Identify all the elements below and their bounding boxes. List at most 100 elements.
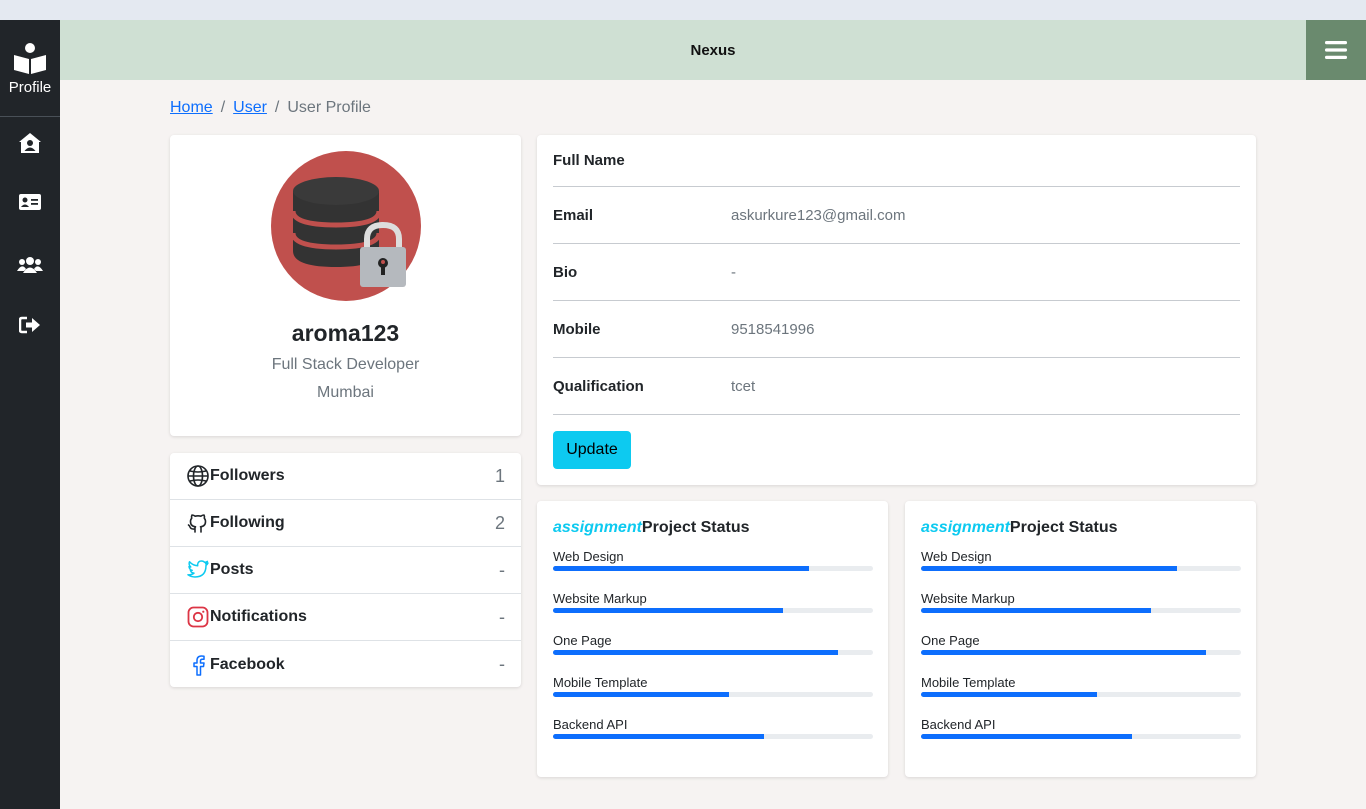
breadcrumb-separator: / <box>274 99 280 116</box>
progress-item: One Page <box>553 633 873 675</box>
github-icon <box>186 511 210 535</box>
info-label: Qualification <box>553 377 644 395</box>
info-label: Full Name <box>553 152 625 169</box>
users-icon <box>17 257 43 273</box>
top-navbar: Nexus <box>60 20 1366 80</box>
profile-location: Mumbai <box>317 384 374 401</box>
facebook-icon <box>186 653 210 677</box>
progress-item: Backend API <box>553 717 873 759</box>
twitter-icon <box>186 558 210 582</box>
progress-bar-fill <box>921 692 1097 697</box>
progress-bar <box>921 566 1241 571</box>
progress-label: Website Markup <box>553 591 647 606</box>
assignment-icon: assignment <box>553 519 642 536</box>
project-status-heading: Project Status <box>641 519 750 536</box>
list-item-label: Followers <box>210 467 285 484</box>
progress-bar <box>553 566 873 571</box>
progress-item: Website Markup <box>921 591 1241 633</box>
sidebar-brand[interactable]: Profile <box>0 20 60 117</box>
progress-label: Backend API <box>553 717 628 732</box>
progress-label: Backend API <box>921 717 996 732</box>
sidebar-brand-label: Profile <box>8 78 52 96</box>
progress-bar <box>553 650 873 655</box>
id-card-icon <box>19 194 41 210</box>
progress-bar-fill <box>921 608 1152 613</box>
info-row-qualification: Qualification tcet <box>553 358 1240 415</box>
project-status-title: assignmentProject Status <box>553 519 872 537</box>
breadcrumb-home-link[interactable]: Home <box>170 99 213 117</box>
progress-bar-fill <box>921 566 1177 571</box>
list-item-count: - <box>499 654 505 674</box>
info-value: 9518541996 <box>731 320 815 338</box>
list-item-count: - <box>499 559 505 580</box>
list-item-label: Notifications <box>210 608 307 625</box>
progress-item: Mobile Template <box>921 675 1241 717</box>
profile-card: aroma123 Full Stack Developer Mumbai <box>170 135 521 436</box>
list-item-count: 1 <box>494 465 505 486</box>
info-label: Bio <box>553 263 578 281</box>
sidebar-item-users[interactable] <box>0 235 60 295</box>
info-value: tcet <box>731 377 756 395</box>
list-item-facebook[interactable]: Facebook - <box>170 641 521 688</box>
list-item-label: Following <box>210 514 285 531</box>
progress-bar-fill <box>553 608 784 613</box>
progress-label: One Page <box>553 633 612 648</box>
progress-label: Mobile Template <box>553 675 648 690</box>
progress-bar <box>553 608 873 613</box>
project-list: Web Design Website Markup One Page Mobile T… <box>921 549 1241 759</box>
project-status-heading: Project Status <box>1009 519 1118 536</box>
social-list: Followers 1 Following 2 Posts - Notifica… <box>170 453 521 687</box>
progress-bar-fill <box>553 692 729 697</box>
list-item-following[interactable]: Following 2 <box>170 500 521 547</box>
breadcrumb-current: User Profile <box>287 99 371 116</box>
user-details-card: Full Name Email askurkure123@gmail.com B… <box>537 135 1256 485</box>
info-value: - <box>731 263 736 281</box>
progress-label: Web Design <box>921 549 992 564</box>
list-item-notifications[interactable]: Notifications - <box>170 594 521 641</box>
progress-bar-fill <box>553 650 838 655</box>
progress-item: Backend API <box>921 717 1241 759</box>
progress-bar-fill <box>921 650 1206 655</box>
info-row-mobile: Mobile 9518541996 <box>553 301 1240 358</box>
progress-bar-fill <box>553 566 809 571</box>
breadcrumb: Home / User / User Profile <box>170 99 371 117</box>
avatar <box>271 151 421 301</box>
progress-bar <box>921 734 1241 739</box>
progress-bar-fill <box>553 734 765 739</box>
sidebar-item-home[interactable] <box>0 117 60 169</box>
sidebar-item-logout[interactable] <box>0 295 60 355</box>
sidebar-item-profile-card[interactable] <box>0 169 60 235</box>
menu-toggle-button[interactable] <box>1306 20 1366 80</box>
progress-bar <box>921 692 1241 697</box>
assignment-icon: assignment <box>921 519 1010 536</box>
app-title: Nexus <box>690 41 736 59</box>
breadcrumb-user-link[interactable]: User <box>233 99 267 117</box>
info-label: Email <box>553 206 594 224</box>
progress-bar <box>553 692 873 697</box>
project-status-title: assignmentProject Status <box>921 519 1240 537</box>
info-label: Mobile <box>553 320 601 338</box>
info-value: askurkure123@gmail.com <box>731 206 906 224</box>
progress-item: Web Design <box>553 549 873 591</box>
progress-bar <box>553 734 873 739</box>
progress-label: Website Markup <box>921 591 1015 606</box>
list-item-followers[interactable]: Followers 1 <box>170 453 521 500</box>
progress-item: Website Markup <box>553 591 873 633</box>
info-row-email: Email askurkure123@gmail.com <box>553 187 1240 244</box>
progress-bar <box>921 608 1241 613</box>
project-status-card: assignmentProject Status Web Design Websi… <box>905 501 1256 777</box>
progress-bar <box>921 650 1241 655</box>
progress-label: One Page <box>921 633 980 648</box>
profile-role: Full Stack Developer <box>271 356 420 373</box>
instagram-icon <box>186 605 210 629</box>
list-item-posts[interactable]: Posts - <box>170 547 521 594</box>
list-item-count: - <box>499 606 505 627</box>
progress-item: Mobile Template <box>553 675 873 717</box>
update-button[interactable]: Update <box>553 431 631 469</box>
info-row-bio: Bio - <box>553 244 1240 301</box>
progress-bar-fill <box>921 734 1133 739</box>
globe-icon <box>186 464 210 488</box>
main-content: Home / User / User Profile aroma123 Full… <box>60 80 1366 809</box>
list-item-count: 2 <box>494 512 505 533</box>
profile-username: aroma123 <box>291 320 400 346</box>
